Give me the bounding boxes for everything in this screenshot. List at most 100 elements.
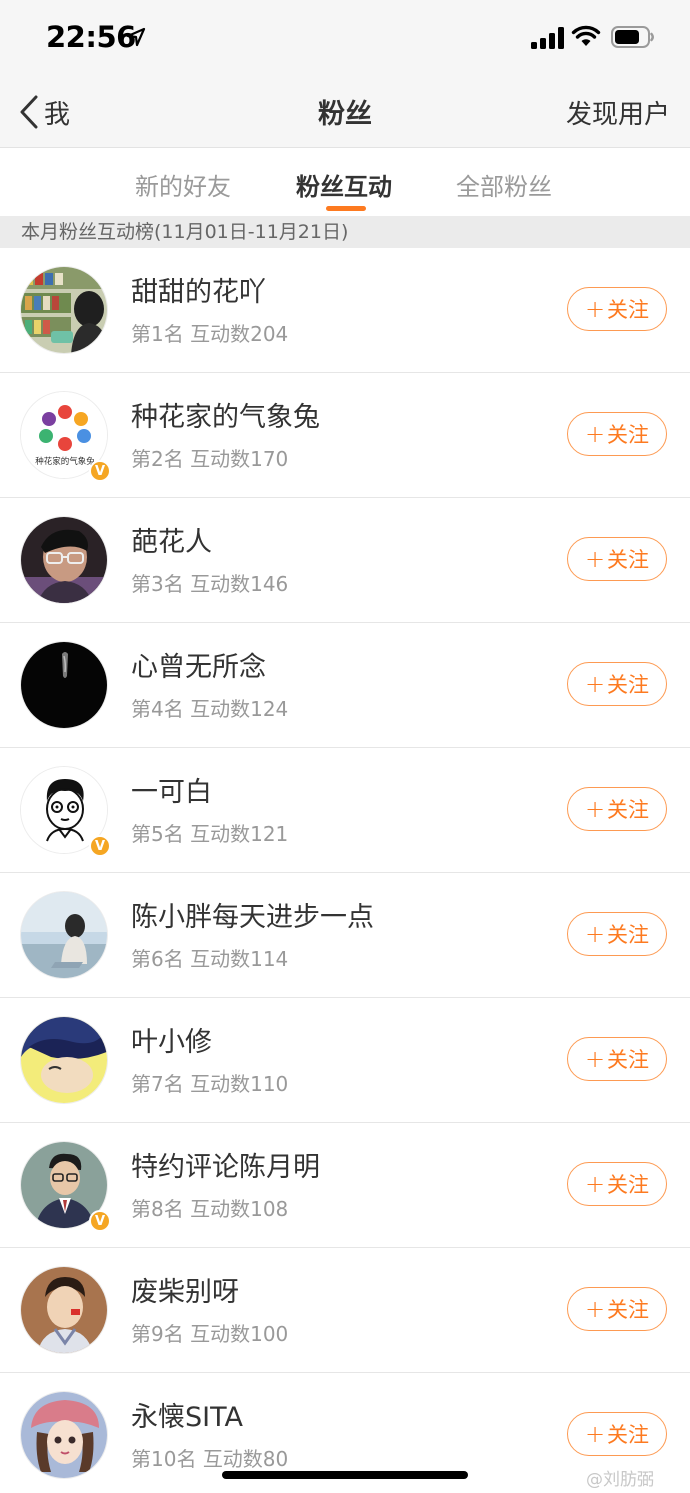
- fan-rank: 第10名: [131, 1447, 197, 1471]
- avatar[interactable]: [20, 1391, 108, 1479]
- avatar[interactable]: [20, 266, 108, 354]
- status-bar: 22:56: [0, 0, 690, 76]
- fan-interactions: 互动数204: [190, 322, 289, 346]
- follow-label: 关注: [607, 298, 650, 322]
- follow-button[interactable]: + 关注: [567, 912, 667, 956]
- back-label: 我: [44, 99, 71, 130]
- fan-name[interactable]: 葩花人: [131, 520, 212, 559]
- follow-label: 关注: [607, 798, 650, 822]
- status-time: 22:56: [46, 20, 136, 54]
- plus-icon: +: [584, 295, 606, 323]
- fan-rank: 第6名: [131, 947, 184, 971]
- follow-button[interactable]: + 关注: [567, 537, 667, 581]
- fan-name[interactable]: 一可白: [131, 770, 212, 809]
- tab-new-friends[interactable]: 新的好友: [135, 167, 231, 202]
- fan-stats: 第6名 互动数114: [131, 943, 288, 972]
- fan-name[interactable]: 特约评论陈月明: [131, 1145, 320, 1184]
- fan-list: 甜甜的花吖 第1名 互动数204 + 关注 种花家的气象兔 V 种花家的气象兔 第…: [0, 248, 690, 1493]
- list-item[interactable]: 葩花人 第3名 互动数146 + 关注: [0, 498, 690, 623]
- cellular-signal-icon: [531, 27, 564, 49]
- fan-name[interactable]: 陈小胖每天进步一点: [131, 895, 374, 934]
- fan-interactions: 互动数170: [190, 447, 289, 471]
- fan-stats: 第5名 互动数121: [131, 818, 288, 847]
- follow-button[interactable]: + 关注: [567, 287, 667, 331]
- fan-stats: 第9名 互动数100: [131, 1318, 288, 1347]
- follow-button[interactable]: + 关注: [567, 1037, 667, 1081]
- list-item[interactable]: 种花家的气象兔 V 种花家的气象兔 第2名 互动数170 + 关注: [0, 373, 690, 498]
- tab-all-fans[interactable]: 全部粉丝: [456, 167, 552, 202]
- follow-label: 关注: [607, 548, 650, 572]
- plus-icon: +: [584, 1170, 606, 1198]
- plus-icon: +: [584, 1420, 606, 1448]
- chevron-left-icon: [20, 95, 38, 129]
- avatar-logo-text: 种花家的气象兔: [35, 456, 95, 467]
- fan-interactions: 互动数146: [190, 572, 289, 596]
- fan-rank: 第3名: [131, 572, 184, 596]
- location-arrow-icon: [126, 27, 146, 47]
- follow-label: 关注: [607, 1173, 650, 1197]
- discover-users-button[interactable]: 发现用户: [566, 94, 670, 131]
- list-item[interactable]: 甜甜的花吖 第1名 互动数204 + 关注: [0, 248, 690, 373]
- verified-badge: V: [89, 835, 111, 857]
- verified-badge: V: [89, 460, 111, 482]
- navbar: 我 粉丝 发现用户: [0, 76, 690, 148]
- fan-name[interactable]: 废柴别呀: [131, 1270, 239, 1309]
- fan-interactions: 互动数100: [190, 1322, 289, 1346]
- follow-label: 关注: [607, 923, 650, 947]
- follow-button[interactable]: + 关注: [567, 1162, 667, 1206]
- avatar[interactable]: [20, 891, 108, 979]
- avatar[interactable]: [20, 1016, 108, 1104]
- plus-icon: +: [584, 670, 606, 698]
- fan-name[interactable]: 叶小修: [131, 1020, 212, 1059]
- follow-label: 关注: [607, 1423, 650, 1447]
- active-tab-indicator: [326, 206, 366, 211]
- fan-stats: 第7名 互动数110: [131, 1068, 288, 1097]
- list-item[interactable]: V 一可白 第5名 互动数121 + 关注: [0, 748, 690, 873]
- follow-label: 关注: [607, 423, 650, 447]
- follow-button[interactable]: + 关注: [567, 1412, 667, 1456]
- fan-rank: 第8名: [131, 1197, 184, 1221]
- fan-stats: 第10名 互动数80: [131, 1443, 288, 1472]
- fan-name[interactable]: 心曾无所念: [131, 645, 266, 684]
- follow-button[interactable]: + 关注: [567, 1287, 667, 1331]
- tab-fan-interaction[interactable]: 粉丝互动: [296, 167, 392, 202]
- plus-icon: +: [584, 1295, 606, 1323]
- fan-interactions: 互动数108: [190, 1197, 289, 1221]
- wifi-icon: [571, 25, 601, 46]
- follow-label: 关注: [607, 1048, 650, 1072]
- verified-badge: V: [89, 1210, 111, 1232]
- fan-rank: 第2名: [131, 447, 184, 471]
- fan-interactions: 互动数121: [190, 822, 289, 846]
- plus-icon: +: [584, 420, 606, 448]
- fan-rank: 第5名: [131, 822, 184, 846]
- follow-label: 关注: [607, 1298, 650, 1322]
- list-item[interactable]: 叶小修 第7名 互动数110 + 关注: [0, 998, 690, 1123]
- follow-button[interactable]: + 关注: [567, 787, 667, 831]
- follow-button[interactable]: + 关注: [567, 662, 667, 706]
- fan-stats: 第1名 互动数204: [131, 318, 288, 347]
- avatar[interactable]: [20, 1266, 108, 1354]
- header: 22:56 我 粉丝 发现用户: [0, 0, 690, 148]
- follow-button[interactable]: + 关注: [567, 412, 667, 456]
- plus-icon: +: [584, 545, 606, 573]
- list-item[interactable]: 陈小胖每天进步一点 第6名 互动数114 + 关注: [0, 873, 690, 998]
- back-button[interactable]: 我: [18, 92, 88, 132]
- watermark: @刘肪弼: [586, 1470, 654, 1490]
- fan-stats: 第8名 互动数108: [131, 1193, 288, 1222]
- fan-interactions: 互动数80: [202, 1447, 289, 1471]
- list-item[interactable]: V 特约评论陈月明 第8名 互动数108 + 关注: [0, 1123, 690, 1248]
- list-item[interactable]: 心曾无所念 第4名 互动数124 + 关注: [0, 623, 690, 748]
- fan-interactions: 互动数110: [190, 1072, 289, 1096]
- list-item[interactable]: 废柴别呀 第9名 互动数100 + 关注: [0, 1248, 690, 1373]
- fan-rank: 第9名: [131, 1322, 184, 1346]
- fan-name[interactable]: 种花家的气象兔: [131, 395, 320, 434]
- avatar[interactable]: [20, 516, 108, 604]
- fan-stats: 第2名 互动数170: [131, 443, 288, 472]
- fan-name[interactable]: 永懐SITA: [131, 1395, 243, 1434]
- fan-stats: 第4名 互动数124: [131, 693, 288, 722]
- home-indicator[interactable]: [222, 1471, 468, 1479]
- plus-icon: +: [584, 920, 606, 948]
- fan-name[interactable]: 甜甜的花吖: [131, 270, 266, 309]
- fan-rank: 第1名: [131, 322, 184, 346]
- avatar[interactable]: [20, 641, 108, 729]
